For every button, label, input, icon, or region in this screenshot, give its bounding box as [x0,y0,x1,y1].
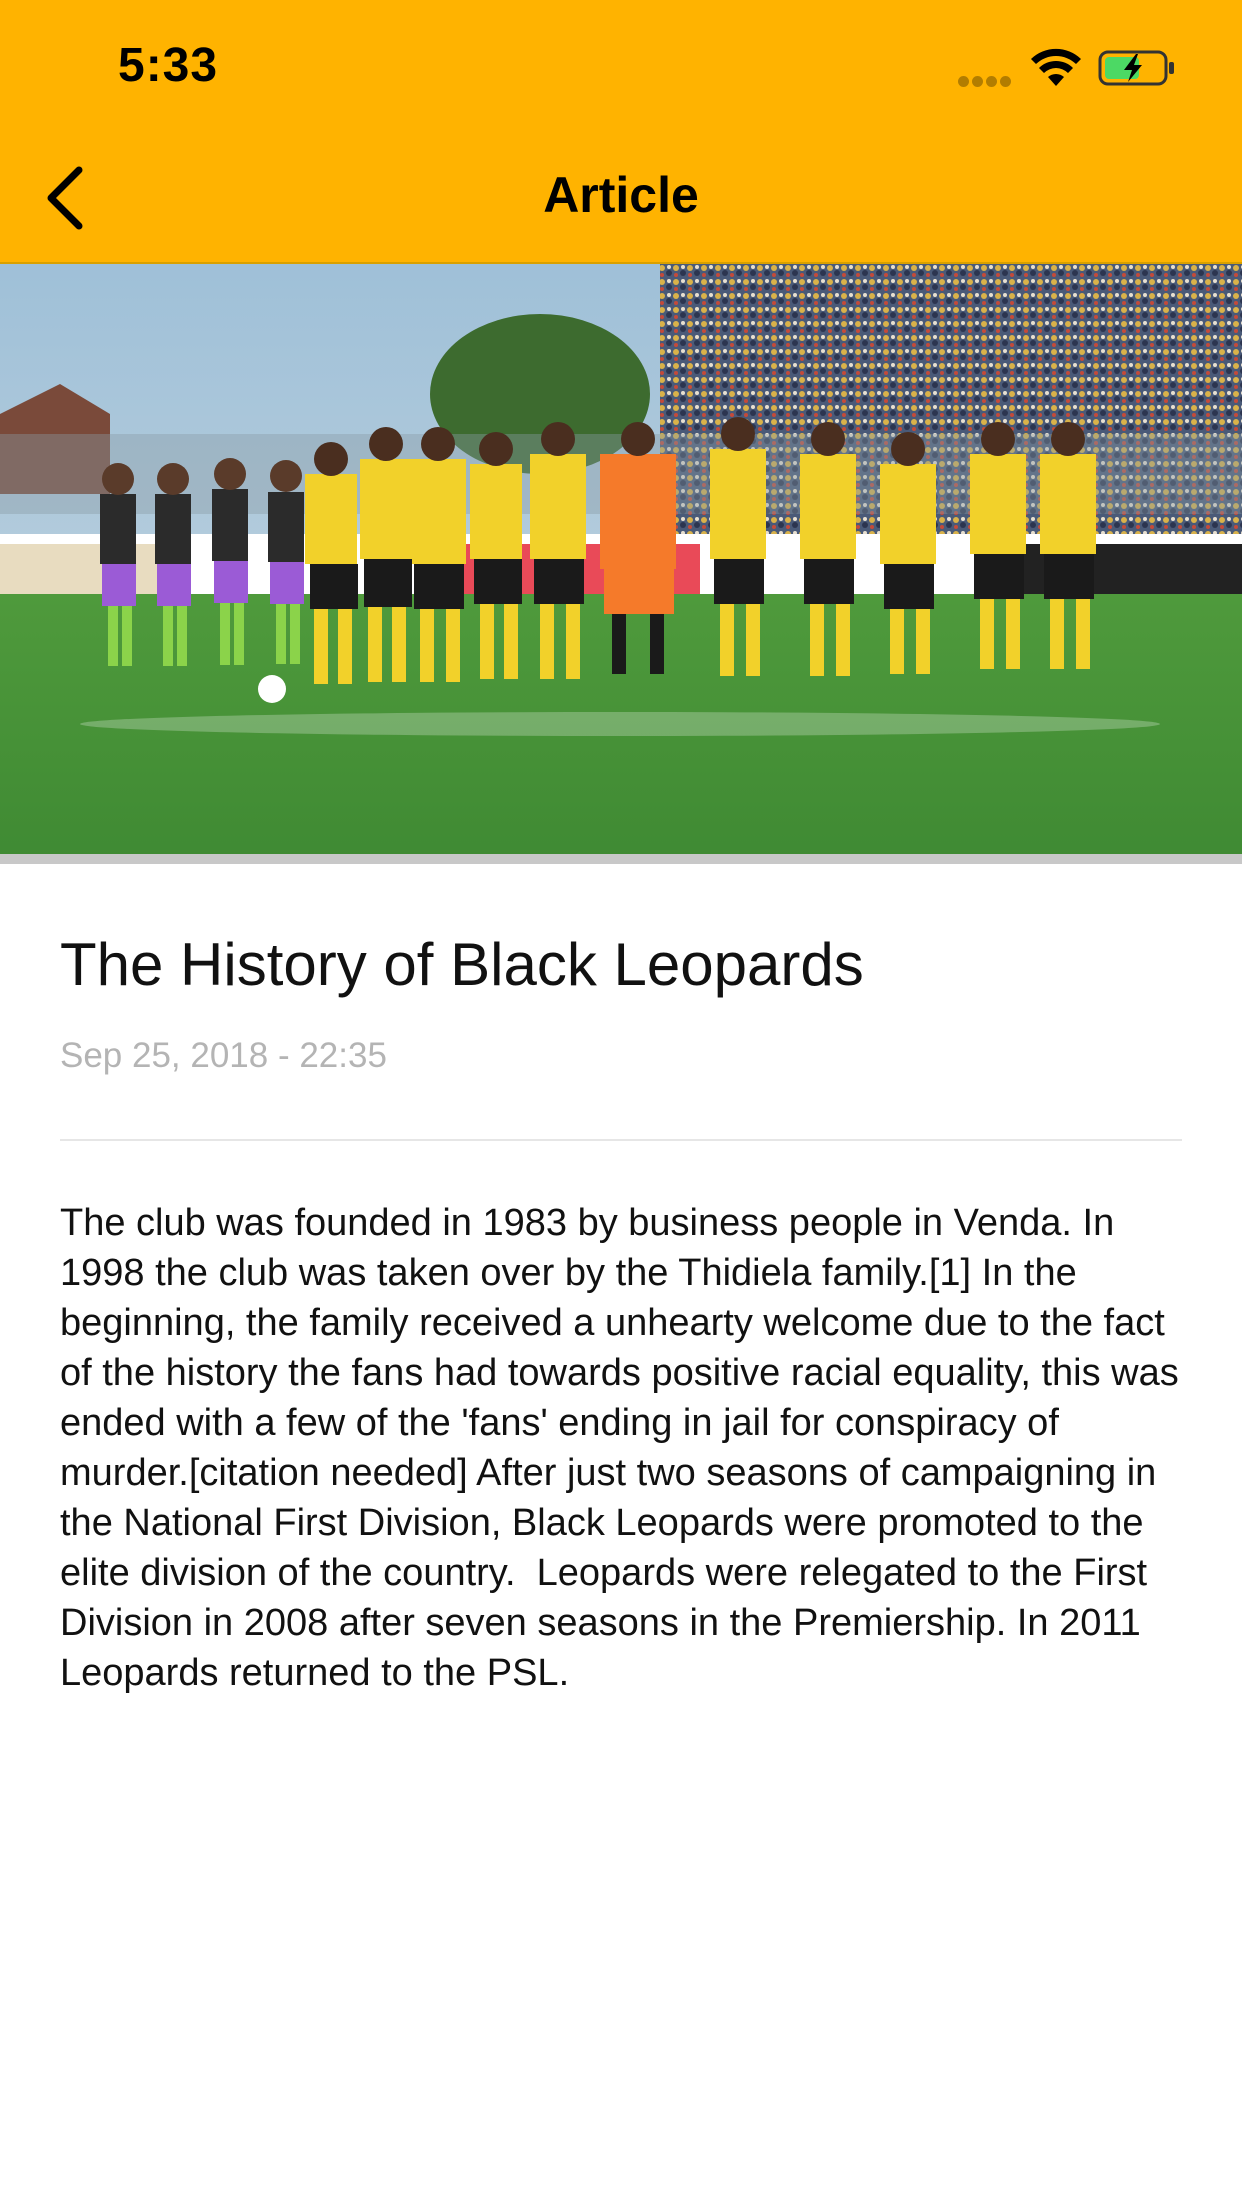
navigation-bar: Article [0,132,1242,264]
divider [60,1139,1182,1141]
status-time: 5:33 [118,39,219,92]
article-date: Sep 25, 2018 - 22:35 [60,1036,387,1075]
article-title: The History of Black Leopards [60,931,864,998]
hero-photo [0,264,1242,864]
cellular-signal-icon [958,74,1016,87]
article-hero-image [0,264,1242,864]
article-body: The club was founded in 1983 by business… [60,1202,1190,1694]
page-title: Article [543,167,699,223]
battery-charging-icon [1098,50,1174,86]
status-bar: 5:33 [0,0,1242,132]
wifi-icon [1031,48,1081,86]
